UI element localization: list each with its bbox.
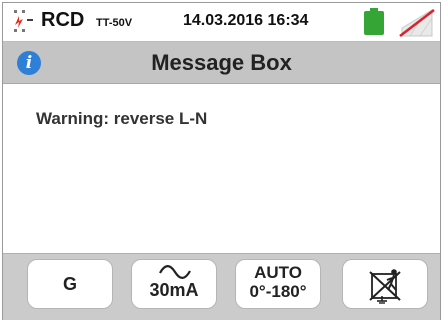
touch-contact-button[interactable] (342, 259, 428, 309)
date-time: 14.03.2016 16:34 (183, 12, 309, 29)
rcd-mode-icon (14, 10, 33, 32)
phase-mode-line2: 0°-180° (249, 282, 307, 301)
current-range-button[interactable]: 30mA (131, 259, 217, 309)
sine-wave-icon (159, 265, 191, 279)
mode-label: RCD (41, 9, 85, 31)
touch-contact-disabled-icon (369, 269, 401, 304)
mode-sublabel: TT-50V (96, 17, 133, 29)
phase-mode-button[interactable]: AUTO 0°-180° (235, 259, 321, 309)
current-range-label: 30mA (149, 280, 199, 300)
ground-mode-label: G (62, 274, 77, 294)
function-key-bar: G 30mA AUTO 0°-180° (3, 253, 440, 320)
status-bar: RCD TT-50V 14.03.2016 16:34 (3, 3, 440, 42)
warning-message: Warning: reverse L-N (36, 109, 208, 128)
page-title: Message Box (151, 50, 292, 75)
title-bar: Message Box i (3, 42, 440, 84)
battery-full-icon (364, 8, 384, 35)
info-icon: i (17, 51, 41, 75)
wireless-off-icon (399, 8, 435, 38)
phase-mode-line1: AUTO (254, 263, 302, 282)
ground-mode-button[interactable]: G (27, 259, 113, 309)
instrument-screen: RCD TT-50V 14.03.2016 16:34 Message Box … (2, 2, 441, 320)
